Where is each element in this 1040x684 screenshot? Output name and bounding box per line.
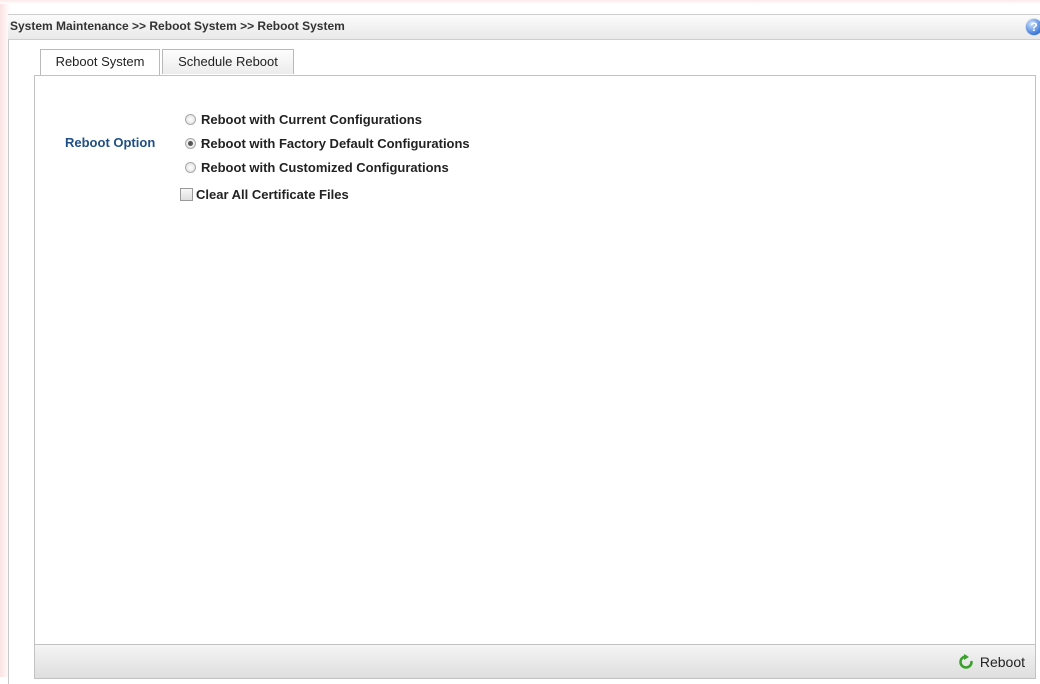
checkbox-label: Clear All Certificate Files — [196, 186, 349, 202]
top-edge-decoration — [0, 0, 1040, 4]
reboot-button[interactable]: Reboot — [958, 652, 1025, 672]
clear-certificates-option[interactable]: Clear All Certificate Files — [180, 185, 349, 203]
radio-button[interactable] — [185, 161, 196, 173]
radio-factory-default[interactable]: Reboot with Factory Default Configuratio… — [185, 134, 470, 152]
radio-customized-config[interactable]: Reboot with Customized Configurations — [185, 158, 449, 176]
reboot-button-label: Reboot — [979, 654, 1025, 670]
radio-button[interactable] — [185, 113, 196, 125]
radio-button[interactable] — [185, 137, 196, 149]
action-footer: Reboot — [34, 644, 1036, 679]
reboot-option-label: Reboot Option — [65, 135, 156, 150]
clear-certificates-checkbox[interactable] — [180, 187, 193, 201]
reboot-panel: Reboot Option : Reboot with Current Conf… — [34, 75, 1036, 645]
tab-schedule-reboot[interactable]: Schedule Reboot — [162, 49, 294, 74]
radio-label: Reboot with Factory Default Configuratio… — [201, 135, 470, 151]
radio-label: Reboot with Customized Configurations — [201, 159, 449, 175]
help-icon[interactable]: ? — [1026, 19, 1040, 35]
radio-current-config[interactable]: Reboot with Current Configurations — [185, 110, 422, 128]
radio-label: Reboot with Current Configurations — [201, 111, 422, 127]
breadcrumb: System Maintenance >> Reboot System >> R… — [10, 19, 345, 33]
page-header: System Maintenance >> Reboot System >> R… — [8, 14, 1040, 40]
refresh-icon — [959, 654, 973, 669]
tab-reboot-system[interactable]: Reboot System — [40, 49, 160, 76]
